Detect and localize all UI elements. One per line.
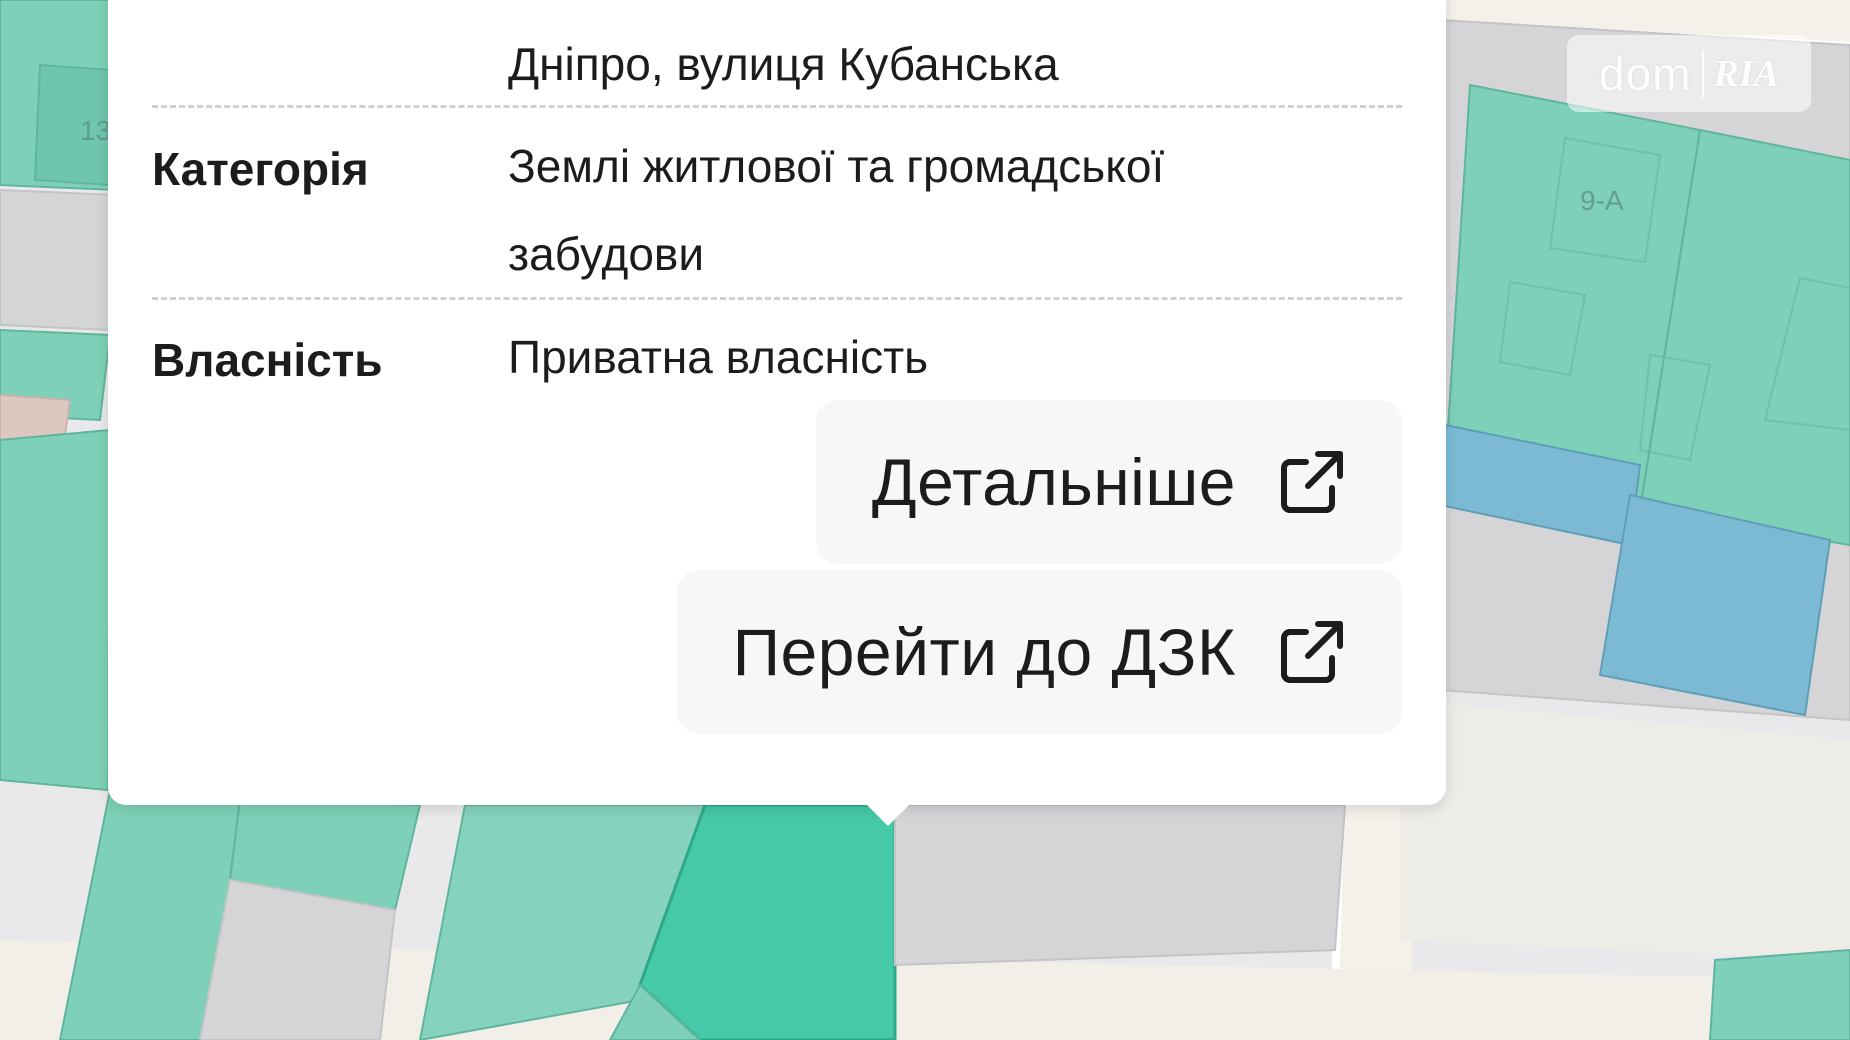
external-link-icon bbox=[1281, 451, 1343, 513]
domria-watermark: dom RIA bbox=[1567, 35, 1811, 112]
watermark-brand-right: RIA bbox=[1713, 52, 1779, 95]
ownership-value: Приватна власність bbox=[508, 331, 929, 383]
land-plot[interactable] bbox=[894, 804, 1347, 967]
land-plot[interactable] bbox=[0, 428, 112, 792]
popup-pointer bbox=[846, 784, 930, 826]
info-row-address: Дніпро, вулиця Кубанська bbox=[152, 20, 1402, 108]
category-value: Землі житлової та громадської забудови bbox=[508, 140, 1165, 280]
go-to-dzk-button[interactable]: Перейти до ДЗК bbox=[676, 570, 1402, 734]
address-value: Дніпро, вулиця Кубанська bbox=[508, 38, 1059, 90]
go-to-dzk-button-label: Перейти до ДЗК bbox=[732, 615, 1236, 689]
land-plot[interactable] bbox=[1708, 948, 1850, 1040]
plot-number-label: 9-А bbox=[1580, 185, 1624, 216]
info-row-category: Категорія Землі житлової та громадської … bbox=[152, 122, 1402, 298]
external-link-icon bbox=[1281, 621, 1343, 683]
row-divider bbox=[152, 297, 1402, 300]
land-plot[interactable] bbox=[0, 188, 117, 332]
watermark-divider bbox=[1701, 49, 1704, 98]
map-view[interactable]: 13 9-А dom RIA Дніпро, вулиця Кубанська … bbox=[0, 0, 1850, 1040]
land-plot[interactable] bbox=[198, 878, 397, 1040]
ownership-label: Власність bbox=[152, 334, 383, 386]
category-label: Категорія bbox=[152, 143, 369, 195]
plot-info-popup: Дніпро, вулиця Кубанська Категорія Землі… bbox=[108, 0, 1446, 826]
details-button-label: Детальніше bbox=[871, 445, 1236, 519]
row-divider bbox=[152, 105, 1402, 108]
details-button[interactable]: Детальніше bbox=[815, 400, 1402, 564]
plot-number-label: 13 bbox=[80, 115, 111, 146]
info-row-ownership: Власність Приватна власність bbox=[152, 313, 1402, 401]
watermark-brand-left: dom bbox=[1599, 47, 1692, 100]
road bbox=[1400, 700, 1850, 960]
